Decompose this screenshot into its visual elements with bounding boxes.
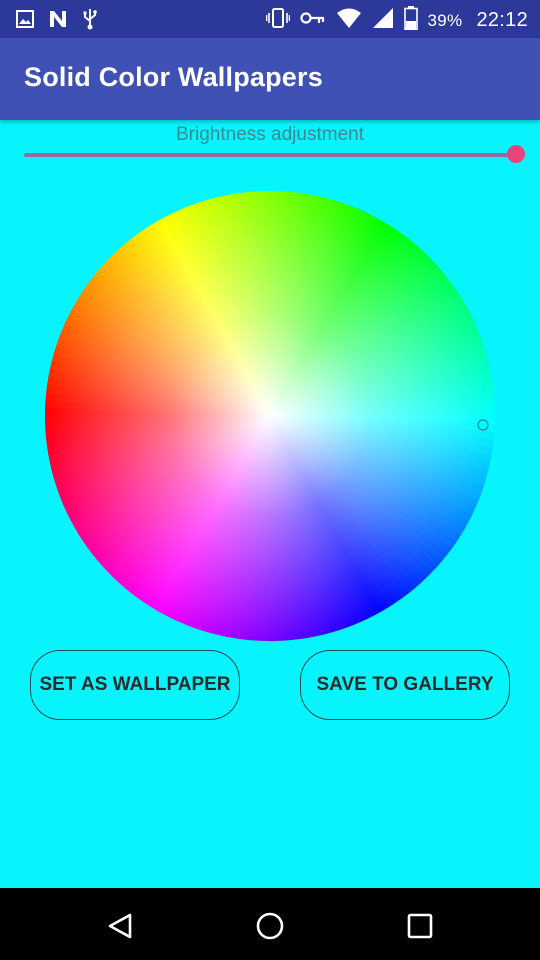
brightness-label: Brightness adjustment xyxy=(176,124,364,145)
clock: 22:12 xyxy=(476,9,528,31)
app-bar: Solid Color Wallpapers xyxy=(0,38,540,120)
image-icon xyxy=(16,10,34,33)
wifi-icon xyxy=(336,7,362,34)
color-wheel[interactable] xyxy=(45,191,495,641)
color-wheel-graphic[interactable] xyxy=(45,191,495,641)
set-as-wallpaper-button[interactable]: SET AS WALLPAPER xyxy=(30,650,240,720)
vibrate-icon xyxy=(265,7,290,34)
battery-icon xyxy=(403,6,418,35)
status-bar: 39% 22:12 xyxy=(0,0,540,38)
app-title: Solid Color Wallpapers xyxy=(24,62,323,92)
key-icon xyxy=(299,11,326,30)
save-to-gallery-button[interactable]: SAVE TO GALLERY xyxy=(300,650,510,720)
usb-icon xyxy=(82,8,98,35)
recents-icon[interactable] xyxy=(400,906,440,946)
home-icon[interactable] xyxy=(250,906,290,946)
navigation-bar xyxy=(0,888,540,960)
signal-icon xyxy=(372,7,394,34)
brightness-slider-track[interactable] xyxy=(24,153,516,157)
back-icon[interactable] xyxy=(100,906,140,946)
brightness-slider-thumb[interactable] xyxy=(507,145,525,163)
status-right-icons: 39% 22:12 xyxy=(265,6,529,35)
battery-percent: 39% xyxy=(427,10,463,30)
status-left-icons xyxy=(16,8,98,35)
n-letter-icon xyxy=(48,9,68,34)
